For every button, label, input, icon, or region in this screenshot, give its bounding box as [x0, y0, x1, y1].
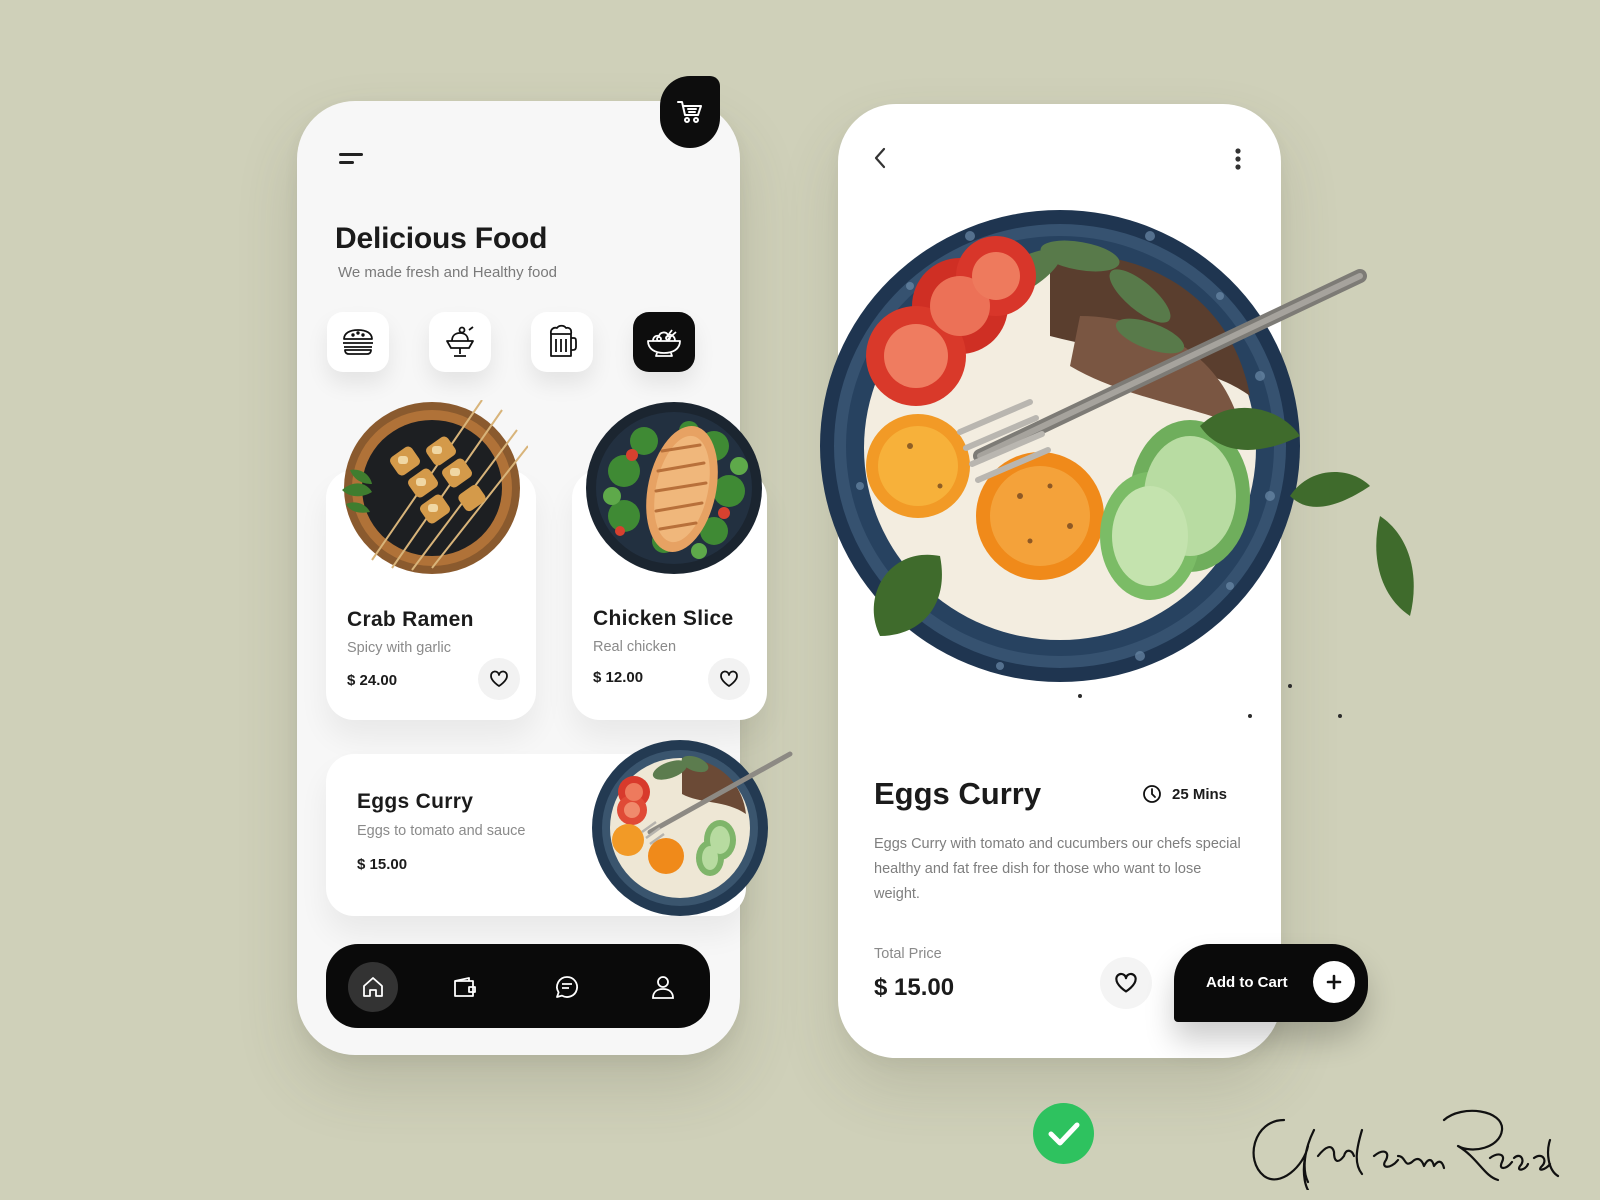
- crab-ramen-image: [342, 400, 528, 574]
- total-price-value: $ 15.00: [874, 974, 955, 1001]
- heart-icon: [490, 670, 508, 687]
- category-drinks[interactable]: [531, 312, 593, 372]
- detail-title: Eggs Curry: [874, 776, 1042, 811]
- card-title: Eggs Curry: [357, 790, 474, 813]
- salad-bowl-icon: [647, 329, 681, 357]
- card-price: $ 24.00: [347, 672, 398, 689]
- beer-mug-icon: [549, 324, 577, 357]
- favorite-button[interactable]: [1100, 957, 1152, 1009]
- wallet-icon: [454, 977, 476, 997]
- clock-icon: [1143, 785, 1161, 803]
- plus-icon: [1313, 961, 1355, 1003]
- add-to-cart-button[interactable]: Add to Cart: [1174, 944, 1368, 1022]
- page-title: Delicious Food: [335, 222, 548, 255]
- nav-home[interactable]: [348, 962, 398, 1012]
- check-icon: [1033, 1103, 1094, 1164]
- category-dessert[interactable]: [429, 312, 491, 372]
- favorite-button[interactable]: [708, 658, 750, 700]
- category-salad[interactable]: [633, 312, 695, 372]
- eggs-curry-hero-image: [820, 210, 1414, 718]
- card-price: $ 15.00: [357, 856, 408, 873]
- nav-profile[interactable]: [638, 962, 688, 1012]
- card-title: Chicken Slice: [593, 607, 734, 630]
- user-icon: [652, 976, 674, 999]
- heart-icon: [1115, 972, 1137, 993]
- card-title: Crab Ramen: [347, 608, 474, 631]
- more-vertical-icon[interactable]: [1234, 148, 1242, 170]
- card-description: Eggs to tomato and sauce: [357, 823, 526, 839]
- cook-time-label: 25 Mins: [1172, 785, 1228, 803]
- detail-description: Eggs Curry with tomato and cucumbers our…: [874, 836, 1241, 902]
- menu-icon[interactable]: [339, 153, 365, 167]
- nav-chat[interactable]: [542, 962, 592, 1012]
- total-price-label: Total Price: [874, 946, 942, 962]
- card-price: $ 12.00: [593, 669, 644, 686]
- heart-icon: [720, 670, 738, 687]
- ice-cream-icon: [446, 326, 474, 357]
- cart-icon: [677, 101, 702, 123]
- home-icon: [363, 977, 383, 997]
- card-description: Real chicken: [593, 639, 677, 655]
- favorite-button[interactable]: [478, 658, 520, 700]
- eggs-curry-thumbnail: [592, 740, 793, 916]
- add-to-cart-label: Add to Cart: [1206, 974, 1288, 991]
- back-arrow-icon[interactable]: [872, 146, 888, 170]
- cook-time: 25 Mins: [1142, 784, 1227, 804]
- chat-icon: [556, 976, 578, 998]
- card-description: Spicy with garlic: [347, 640, 451, 656]
- nav-wallet[interactable]: [440, 962, 490, 1012]
- chicken-slice-image: [586, 402, 762, 574]
- signature: [1252, 1109, 1560, 1190]
- bottom-nav: [326, 944, 710, 1028]
- burger-icon: [343, 329, 373, 355]
- cart-button[interactable]: [660, 76, 720, 148]
- category-burger[interactable]: [327, 312, 389, 372]
- page-subtitle: We made fresh and Healthy food: [338, 264, 558, 281]
